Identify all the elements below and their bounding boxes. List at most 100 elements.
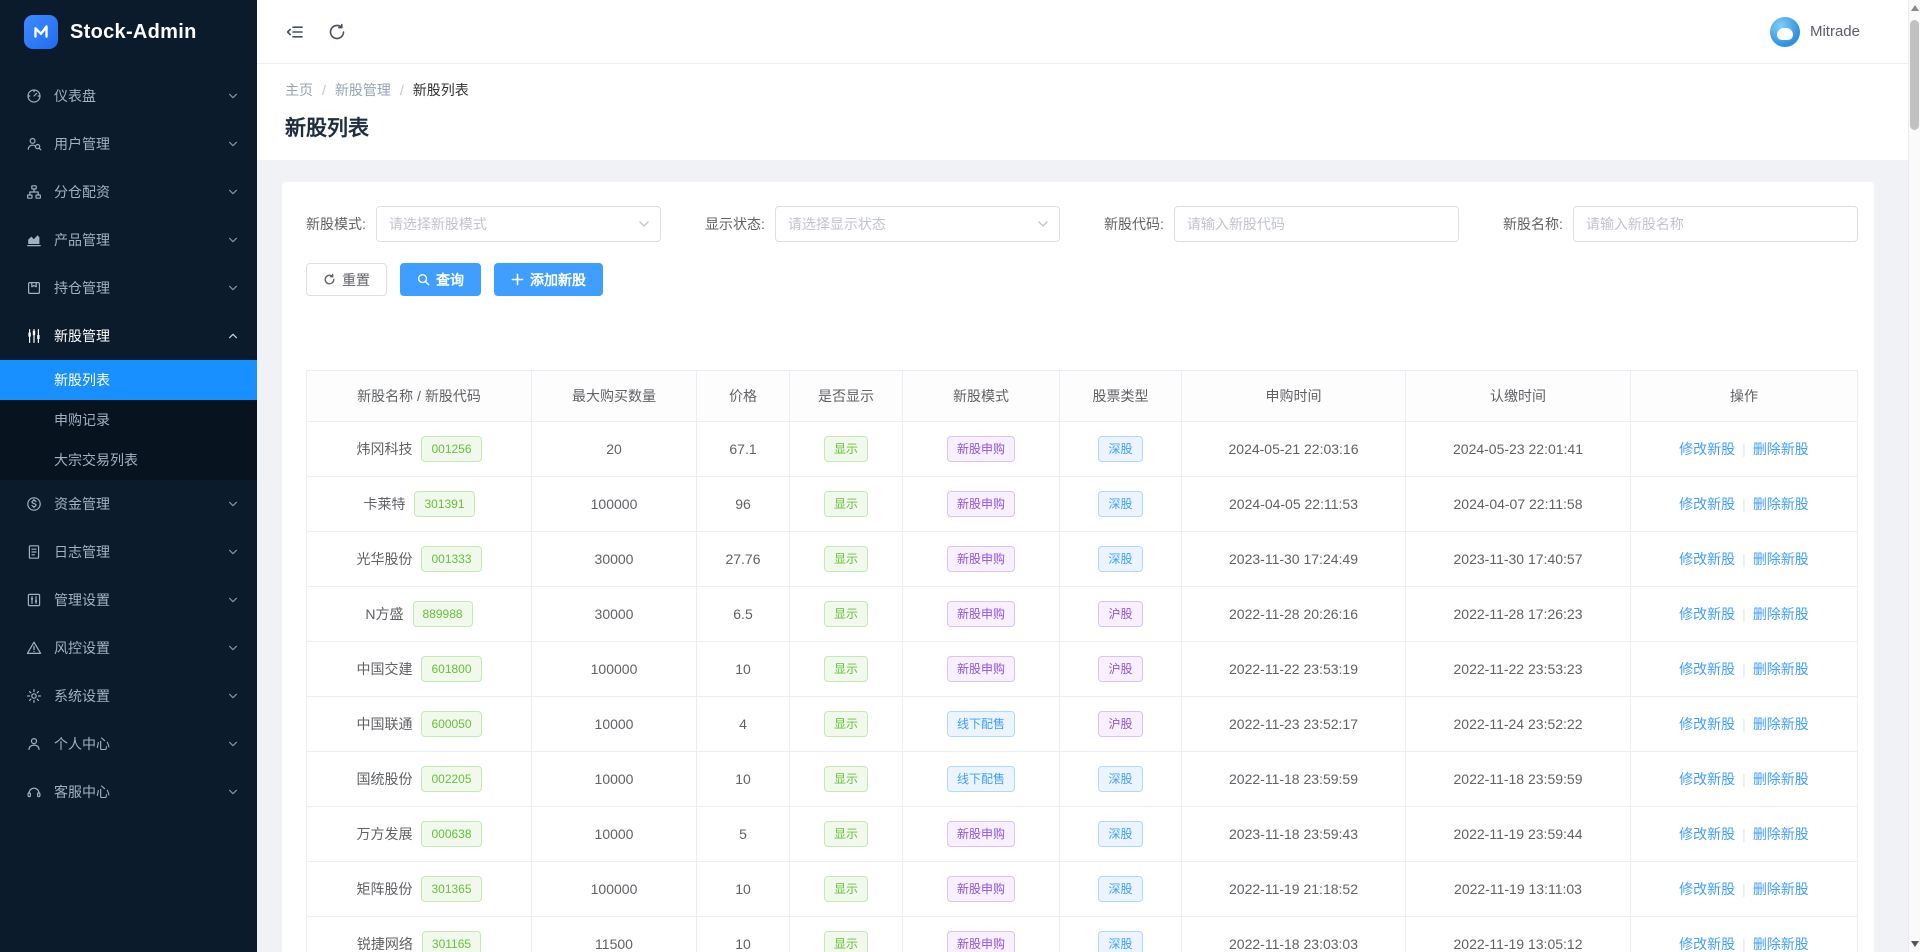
- breadcrumb-new-stock-mgmt[interactable]: 新股管理: [335, 80, 391, 100]
- col-type: 股票类型: [1060, 371, 1182, 422]
- delete-stock-link[interactable]: 删除新股: [1753, 881, 1809, 897]
- chevron-down-icon: [227, 690, 239, 702]
- type-tag: 深股: [1098, 931, 1142, 952]
- sidebar-item-risk[interactable]: 风控设置: [0, 624, 257, 672]
- sidebar-subitem[interactable]: 申购记录: [0, 400, 257, 440]
- mode-select[interactable]: [376, 206, 661, 242]
- mode-select-input[interactable]: [376, 206, 661, 242]
- delete-stock-link[interactable]: 删除新股: [1753, 661, 1809, 677]
- delete-stock-link[interactable]: 删除新股: [1753, 551, 1809, 567]
- topbar: Mitrade: [257, 0, 1920, 64]
- sidebar-item-new-stocks[interactable]: 新股管理: [0, 312, 257, 360]
- reset-button[interactable]: 重置: [306, 263, 387, 296]
- content: 新股模式: 显示状态:: [257, 160, 1920, 952]
- stock-name: 矩阵股份: [356, 879, 412, 899]
- name-input[interactable]: [1573, 206, 1858, 242]
- table-row: 中国交建60180010000010显示新股申购沪股2022-11-22 23:…: [307, 642, 1858, 697]
- table-row: 光华股份0013333000027.76显示新股申购深股2023-11-30 1…: [307, 532, 1858, 587]
- sidebar-subitem[interactable]: 大宗交易列表: [0, 440, 257, 480]
- action-divider: |: [1742, 661, 1746, 677]
- edit-stock-link[interactable]: 修改新股: [1679, 716, 1735, 732]
- table-row: 国统股份0022051000010显示线下配售深股2022-11-18 23:5…: [307, 752, 1858, 807]
- stock-name: 万方发展: [356, 824, 412, 844]
- edit-stock-link[interactable]: 修改新股: [1679, 936, 1735, 952]
- sidebar-item-admin-settings[interactable]: 管理设置: [0, 576, 257, 624]
- edit-stock-link[interactable]: 修改新股: [1679, 441, 1735, 457]
- delete-stock-link[interactable]: 删除新股: [1753, 716, 1809, 732]
- delete-stock-link[interactable]: 删除新股: [1753, 771, 1809, 787]
- app-title: Stock-Admin: [70, 21, 197, 44]
- sidebar-item-positions[interactable]: 持仓管理: [0, 264, 257, 312]
- mode-tag: 线下配售: [947, 711, 1015, 737]
- sidebar-item-label: 个人中心: [54, 734, 227, 754]
- edit-stock-link[interactable]: 修改新股: [1679, 606, 1735, 622]
- delete-stock-link[interactable]: 删除新股: [1753, 826, 1809, 842]
- mode-tag: 新股申购: [947, 546, 1015, 572]
- sidebar-item-funds[interactable]: 资金管理: [0, 480, 257, 528]
- edit-stock-link[interactable]: 修改新股: [1679, 771, 1735, 787]
- pay-time: 2024-05-23 22:01:41: [1406, 422, 1631, 477]
- sidebar-item-users[interactable]: 用户管理: [0, 120, 257, 168]
- delete-stock-link[interactable]: 删除新股: [1753, 936, 1809, 952]
- sidebar-item-support[interactable]: 客服中心: [0, 768, 257, 816]
- action-divider: |: [1742, 606, 1746, 622]
- chevron-down-icon: [227, 498, 239, 510]
- refresh-icon[interactable]: [327, 22, 347, 42]
- name-input-wrap: [1573, 206, 1858, 242]
- users-icon: [26, 136, 42, 152]
- sidebar-item-label: 仪表盘: [54, 86, 227, 106]
- col-name-code: 新股名称 / 新股代码: [307, 371, 532, 422]
- funds-icon: [26, 496, 42, 512]
- max-qty: 10000: [532, 697, 697, 752]
- chevron-down-icon: [227, 234, 239, 246]
- scroll-up-arrow[interactable]: [1911, 5, 1919, 11]
- edit-stock-link[interactable]: 修改新股: [1679, 496, 1735, 512]
- table-row: 锐捷网络3011651150010显示新股申购深股2022-11-18 23:0…: [307, 917, 1858, 952]
- mode-tag: 新股申购: [947, 491, 1015, 517]
- products-icon: [26, 232, 42, 248]
- chevron-up-icon: [227, 330, 239, 342]
- sidebar-item-label: 资金管理: [54, 494, 227, 514]
- edit-stock-link[interactable]: 修改新股: [1679, 826, 1735, 842]
- action-divider: |: [1742, 826, 1746, 842]
- action-divider: |: [1742, 441, 1746, 457]
- action-divider: |: [1742, 551, 1746, 567]
- status-select[interactable]: [775, 206, 1060, 242]
- user-menu[interactable]: Mitrade: [1770, 17, 1860, 47]
- sidebar-item-label: 新股管理: [54, 326, 227, 346]
- scroll-down-arrow[interactable]: [1911, 941, 1919, 947]
- add-stock-button[interactable]: 添加新股: [494, 263, 603, 296]
- action-divider: |: [1742, 496, 1746, 512]
- type-tag: 深股: [1098, 491, 1142, 517]
- sidebar-item-label: 产品管理: [54, 230, 227, 250]
- sidebar-item-profile[interactable]: 个人中心: [0, 720, 257, 768]
- sidebar-item-dashboard[interactable]: 仪表盘: [0, 72, 257, 120]
- stock-table-wrap: 新股名称 / 新股代码 最大购买数量 价格 是否显示 新股模式 股票类型 申购时…: [306, 370, 1858, 952]
- code-input[interactable]: [1174, 206, 1459, 242]
- action-divider: |: [1742, 771, 1746, 787]
- sidebar-subitem[interactable]: 新股列表: [0, 360, 257, 400]
- scrollbar-thumb[interactable]: [1910, 20, 1919, 130]
- price: 10: [697, 862, 790, 917]
- max-qty: 100000: [532, 862, 697, 917]
- sidebar-item-logs[interactable]: 日志管理: [0, 528, 257, 576]
- sidebar-item-label: 管理设置: [54, 590, 227, 610]
- page-title: 新股列表: [285, 112, 1892, 142]
- sidebar-item-label: 客服中心: [54, 782, 227, 802]
- collapse-sidebar-icon[interactable]: [285, 22, 305, 42]
- delete-stock-link[interactable]: 删除新股: [1753, 606, 1809, 622]
- col-apply-time: 申购时间: [1182, 371, 1406, 422]
- delete-stock-link[interactable]: 删除新股: [1753, 441, 1809, 457]
- sidebar-item-system-settings[interactable]: 系统设置: [0, 672, 257, 720]
- delete-stock-link[interactable]: 删除新股: [1753, 496, 1809, 512]
- status-select-input[interactable]: [775, 206, 1060, 242]
- breadcrumb-home[interactable]: 主页: [285, 80, 313, 100]
- stock-code-tag: 002205: [421, 766, 481, 792]
- edit-stock-link[interactable]: 修改新股: [1679, 881, 1735, 897]
- chevron-down-icon: [227, 594, 239, 606]
- edit-stock-link[interactable]: 修改新股: [1679, 661, 1735, 677]
- search-button[interactable]: 查询: [400, 263, 481, 296]
- sidebar-item-products[interactable]: 产品管理: [0, 216, 257, 264]
- sidebar-item-allocation[interactable]: 分仓配资: [0, 168, 257, 216]
- edit-stock-link[interactable]: 修改新股: [1679, 551, 1735, 567]
